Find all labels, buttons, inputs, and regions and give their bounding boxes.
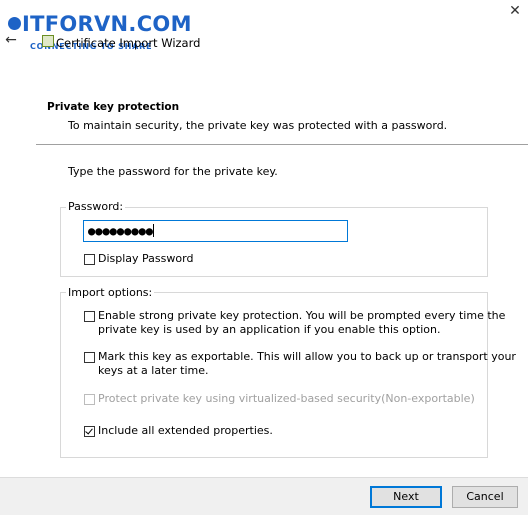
vbs-protection-checkbox [84, 394, 95, 405]
instruction-text: Type the password for the private key. [68, 165, 278, 178]
extended-properties-checkbox[interactable] [84, 426, 95, 437]
next-button[interactable]: Next [370, 486, 442, 508]
vbs-protection-label: Protect private key using virtualized-ba… [98, 392, 475, 405]
cancel-button[interactable]: Cancel [452, 486, 518, 508]
page-title: Private key protection [47, 101, 180, 113]
watermark-logo: ITFORVN.COM [8, 12, 192, 36]
mark-exportable-label-line1[interactable]: Mark this key as exportable. This will a… [98, 350, 516, 364]
password-label: Password: [66, 200, 126, 213]
strong-protection-label-line1[interactable]: Enable strong private key protection. Yo… [98, 309, 505, 323]
display-password-checkbox[interactable] [84, 254, 95, 265]
text-caret [153, 224, 154, 237]
mark-exportable-label-line2[interactable]: keys at a later time. [98, 364, 209, 378]
back-arrow-icon[interactable]: ← [4, 32, 18, 48]
logo-brand-text: ITFORVN.COM [22, 12, 192, 36]
password-group [60, 207, 488, 277]
extended-properties-label[interactable]: Include all extended properties. [98, 424, 273, 438]
page-description: To maintain security, the private key wa… [68, 119, 448, 132]
window-title: Certificate Import Wizard [56, 36, 201, 50]
password-input[interactable] [83, 220, 348, 242]
logo-dot-icon [8, 17, 21, 30]
certificate-icon [42, 35, 54, 47]
mark-exportable-checkbox[interactable] [84, 352, 95, 363]
strong-protection-label-line2[interactable]: private key is used by an application if… [98, 323, 441, 337]
display-password-label[interactable]: Display Password [98, 252, 193, 266]
button-bar [0, 477, 528, 515]
strong-protection-checkbox[interactable] [84, 311, 95, 322]
header-divider [36, 144, 528, 145]
import-options-label: Import options: [66, 286, 155, 299]
close-icon[interactable]: ✕ [508, 4, 522, 18]
